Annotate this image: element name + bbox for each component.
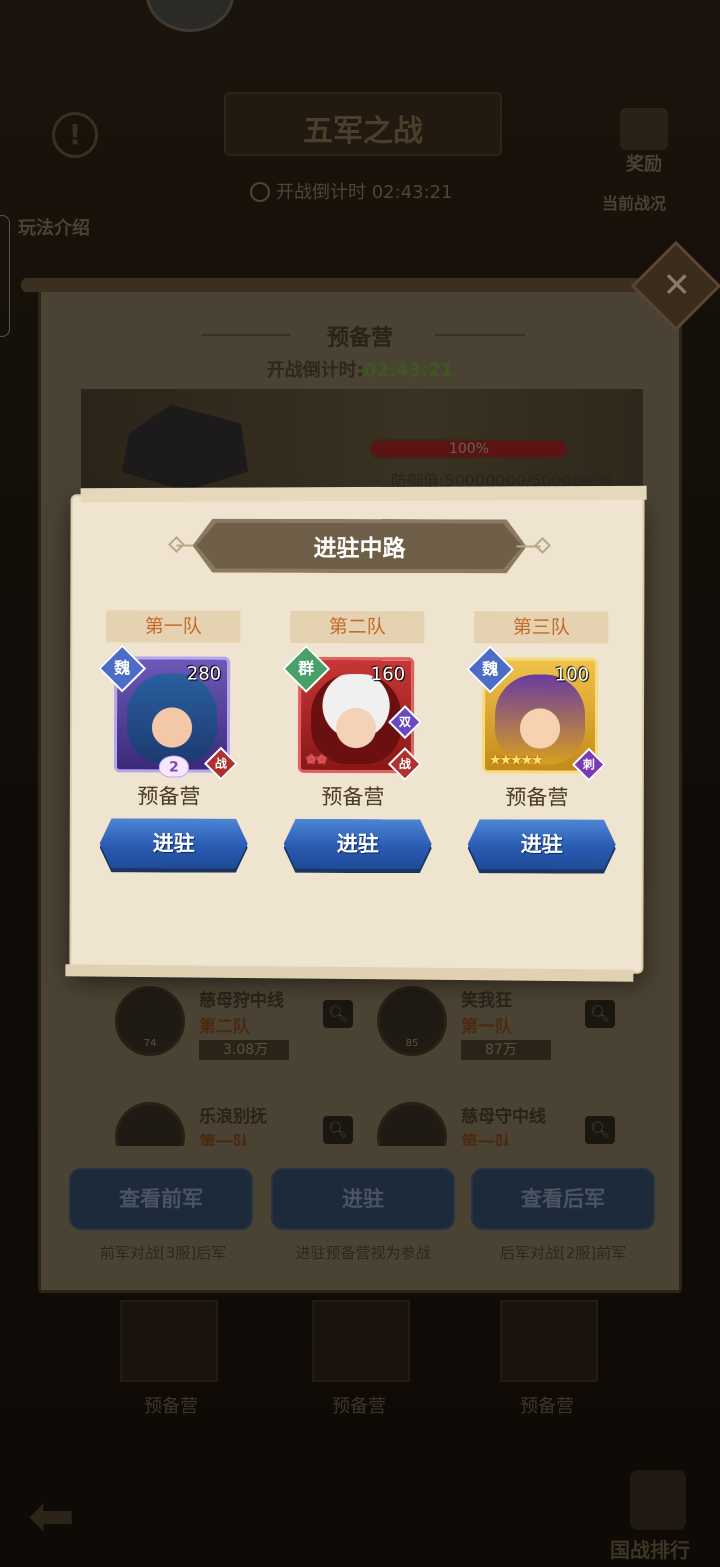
rear-army-caption: 后军对战[2服]前军 (499, 1244, 627, 1262)
deploy-team-3-button[interactable]: 进驻 (468, 819, 616, 869)
role-badge: 刺 (571, 747, 606, 782)
bg-hero-card (120, 1300, 218, 1382)
team-column-2: 第二队 160 群 双 战 ★★ 预备营 进驻 (278, 610, 432, 881)
defense-percent: 100% (448, 441, 490, 457)
hero-portrait (494, 674, 586, 765)
search-icon[interactable]: 🔍︎ (323, 1116, 353, 1144)
player-name: 乐浪别抚 (199, 1107, 267, 1127)
back-arrow-icon: ⬅ (28, 1484, 75, 1549)
player-name: 慈母狩中线 (199, 991, 284, 1011)
event-countdown: 开战倒计时 02:43:21 (250, 178, 453, 204)
rank-shield-icon (630, 1470, 686, 1530)
player-avatar (377, 1102, 447, 1146)
player-name: 笑我狂 (461, 991, 512, 1011)
deploy-reserve-button[interactable]: 进驻 (271, 1168, 455, 1230)
team-column-1: 第一队 280 魏 战 2 预备营 进驻 (94, 610, 245, 880)
battle-status-label: 当前战况 (602, 194, 667, 213)
hero-portrait (126, 673, 218, 764)
close-icon: ✕ (662, 265, 691, 306)
header-ornament (534, 536, 551, 554)
player-power: 3.08万 (199, 1040, 289, 1060)
hero-level: 160 (370, 664, 406, 686)
player-team: 第二队 (199, 1017, 250, 1037)
search-icon[interactable]: 🔍︎ (323, 1000, 353, 1028)
rank-label: 国战排行 (610, 1538, 690, 1562)
team-label: 第三队 (474, 611, 609, 644)
role-badge: 战 (203, 746, 238, 781)
player-team: 第一队 (461, 1133, 512, 1146)
front-army-caption: 前军对战[3服]后军 (99, 1244, 227, 1262)
search-icon[interactable]: 🔍︎ (585, 1000, 615, 1028)
player-level: 85 (405, 1038, 419, 1049)
bg-hero-card-label: 预备营 (332, 1396, 386, 1417)
reserve-title: 预备营 (326, 326, 393, 351)
search-icon[interactable]: 🔍︎ (585, 1116, 615, 1144)
header-ornament (168, 536, 185, 554)
star-rating: ★★ (304, 751, 327, 768)
deploy-team-1-button[interactable]: 进驻 (100, 818, 248, 868)
rules-label: 玩法介绍 (18, 218, 90, 239)
player-row: 乐浪别抚 第一队 🔍︎ (107, 1102, 363, 1146)
player-row: 85 笑我狂 第一队 87万 🔍︎ (369, 986, 625, 1076)
hero-level: 100 (554, 664, 590, 686)
player-level: 74 (143, 1038, 157, 1049)
reward-chest-icon (620, 108, 668, 150)
event-title: 五军之战 (303, 114, 423, 149)
team-label: 第二队 (290, 610, 425, 644)
role-badge: 战 (387, 747, 422, 782)
player-power: 87万 (461, 1040, 551, 1060)
hero-level: 280 (186, 663, 222, 685)
player-avatar (115, 1102, 185, 1146)
hero-status: 预备营 (321, 784, 385, 810)
player-row: 慈母守中线 第一队 🔍︎ (369, 1102, 625, 1146)
bg-hero-card (312, 1300, 410, 1382)
team-column-3: 第三队 100 魏 刺 ★★★★★ 预备营 进驻 (462, 611, 613, 881)
reward-label: 奖励 (626, 154, 662, 175)
star-rating: ★★★★★ (488, 752, 542, 769)
deploy-team-2-button[interactable]: 进驻 (284, 819, 432, 869)
view-front-army-button[interactable]: 查看前军 (69, 1168, 253, 1230)
awaken-badge: 2 (158, 755, 189, 778)
mascot-avatar (146, 0, 234, 32)
hero-card[interactable]: 100 魏 刺 ★★★★★ (466, 645, 606, 782)
event-title-banner: 五军之战 (224, 92, 502, 156)
player-team: 第一队 (199, 1133, 250, 1146)
hero-status: 预备营 (505, 785, 569, 810)
bg-hero-card-label: 预备营 (144, 1396, 198, 1417)
title-ornament (435, 334, 525, 336)
fortress-image (122, 404, 248, 491)
hero-card[interactable]: 280 魏 战 2 (98, 644, 238, 781)
view-rear-army-button[interactable]: 查看后军 (471, 1168, 655, 1230)
dialog-header: 进驻中路 (192, 519, 526, 574)
hero-card[interactable]: 160 群 双 战 ★★ (282, 644, 423, 782)
player-row: 74 慈母狩中线 第二队 3.08万 🔍︎ (107, 986, 363, 1076)
dialog-title: 进驻中路 (313, 534, 406, 563)
player-team: 第一队 (461, 1017, 512, 1037)
defense-progress-bar: 100% (369, 439, 569, 459)
bg-hero-card-label: 预备营 (520, 1396, 574, 1417)
deploy-dialog: 进驻中路 第一队 280 魏 战 2 预备营 进驻 第二队 160 群 双 战 … (71, 496, 643, 972)
player-name: 慈母守中线 (461, 1107, 546, 1127)
bg-hero-card (500, 1300, 598, 1382)
side-tab (0, 215, 10, 337)
team-label: 第一队 (106, 610, 241, 643)
hero-status: 预备营 (137, 784, 201, 809)
deploy-caption: 进驻预备营视为参战 (295, 1244, 431, 1262)
clock-icon (250, 182, 270, 202)
info-icon: ! (52, 112, 98, 158)
hero-portrait (310, 673, 402, 765)
reserve-countdown: 开战倒计时:02:43:21 (266, 360, 454, 381)
